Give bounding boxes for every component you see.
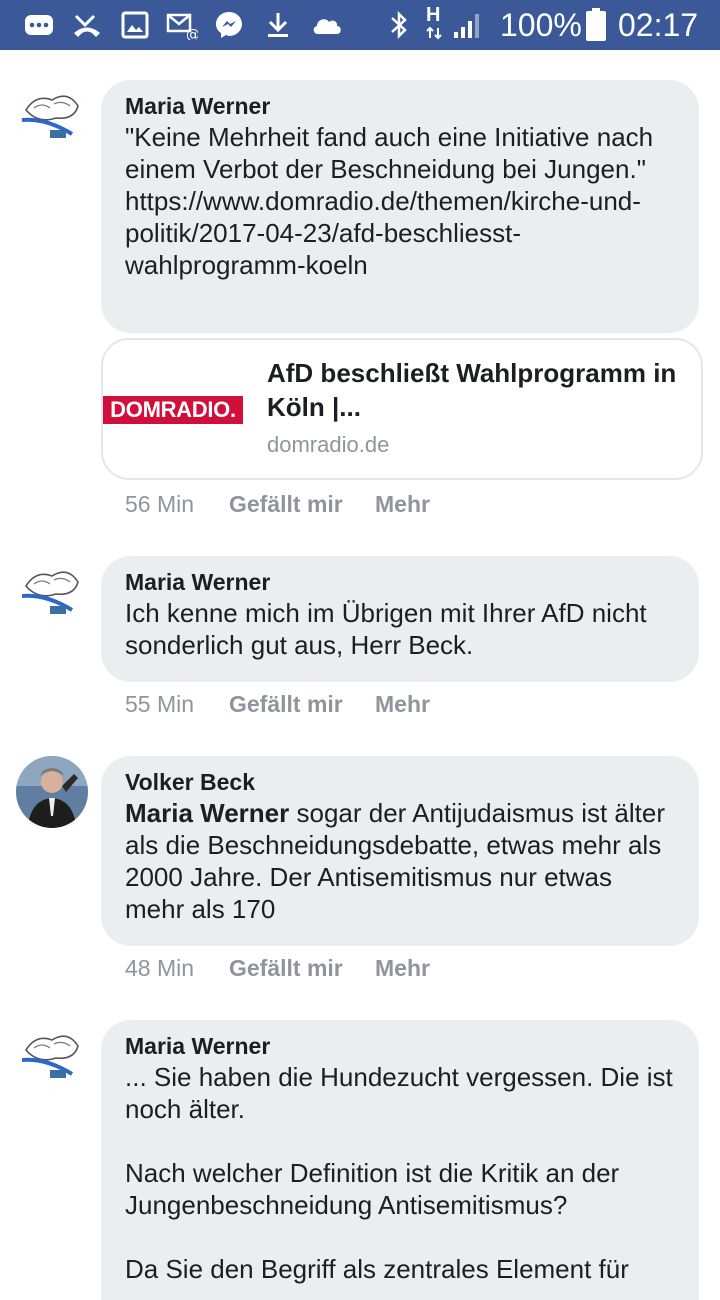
- mention-link[interactable]: Maria Werner: [125, 798, 289, 828]
- comment-author[interactable]: Maria Werner: [125, 1031, 675, 1061]
- email-icon: @: [166, 10, 198, 40]
- like-button[interactable]: Gefällt mir: [229, 689, 343, 719]
- preview-title[interactable]: AfD beschließt Wahlprogramm in Köln |...: [267, 356, 697, 424]
- avatar[interactable]: [16, 556, 88, 628]
- preview-domain: domradio.de: [267, 432, 390, 457]
- comment-bubble: Maria Werner Ich kenne mich im Übrigen m…: [101, 556, 699, 682]
- comment-timestamp: 55 Min: [125, 691, 195, 717]
- comment-bubble: Maria Werner ... Sie haben die Hundezuch…: [101, 1020, 699, 1300]
- bluetooth-icon: [388, 10, 410, 40]
- comment-author[interactable]: Volker Beck: [125, 767, 675, 797]
- comment-author[interactable]: Maria Werner: [125, 91, 675, 121]
- clock: 02:17: [618, 7, 699, 43]
- comment-text: Ich kenne mich im Übrigen mit Ihrer AfD …: [125, 598, 647, 660]
- comment-link[interactable]: https://www.domradio.de/themen/kirche-un…: [125, 185, 675, 281]
- comment-author[interactable]: Maria Werner: [125, 567, 675, 597]
- more-button[interactable]: Mehr: [375, 489, 430, 519]
- avatar[interactable]: [16, 1020, 88, 1092]
- cloud-icon: [310, 10, 344, 40]
- messenger-icon: [214, 10, 244, 40]
- comment-timestamp: 56 Min: [125, 491, 195, 517]
- like-button[interactable]: Gefällt mir: [229, 489, 343, 519]
- link-preview-card[interactable]: DOMRADIO. AfD beschließt Wahlprogramm in…: [101, 338, 703, 480]
- comment-text: ... Sie haben die Hundezucht vergessen. …: [125, 1062, 673, 1284]
- more-button[interactable]: Mehr: [375, 689, 430, 719]
- battery-percent: 100%: [500, 7, 582, 43]
- avatar[interactable]: [16, 756, 88, 828]
- more-button[interactable]: Mehr: [375, 953, 430, 983]
- svg-text:@: @: [186, 27, 198, 40]
- status-bar: @ H 100% 02:17: [0, 0, 720, 50]
- comment-bubble: Volker Beck Maria Werner sogar der Antij…: [101, 756, 699, 946]
- preview-logo: DOMRADIO.: [103, 396, 243, 424]
- chat-icon: [24, 10, 54, 40]
- comment-text: Maria Werner sogar der Antijudaismus ist…: [125, 797, 675, 925]
- comment-text: "Keine Mehrheit fand auch eine Initiativ…: [125, 122, 654, 184]
- like-button[interactable]: Gefällt mir: [229, 953, 343, 983]
- missed-call-icon: [72, 10, 102, 40]
- signal-icon: [452, 10, 484, 40]
- download-icon: [264, 10, 292, 40]
- battery-icon: [585, 8, 607, 41]
- comment-timestamp: 48 Min: [125, 955, 195, 981]
- gallery-icon: [120, 10, 150, 40]
- comment-bubble: Maria Werner "Keine Mehrheit fand auch e…: [101, 80, 699, 333]
- avatar[interactable]: [16, 80, 88, 152]
